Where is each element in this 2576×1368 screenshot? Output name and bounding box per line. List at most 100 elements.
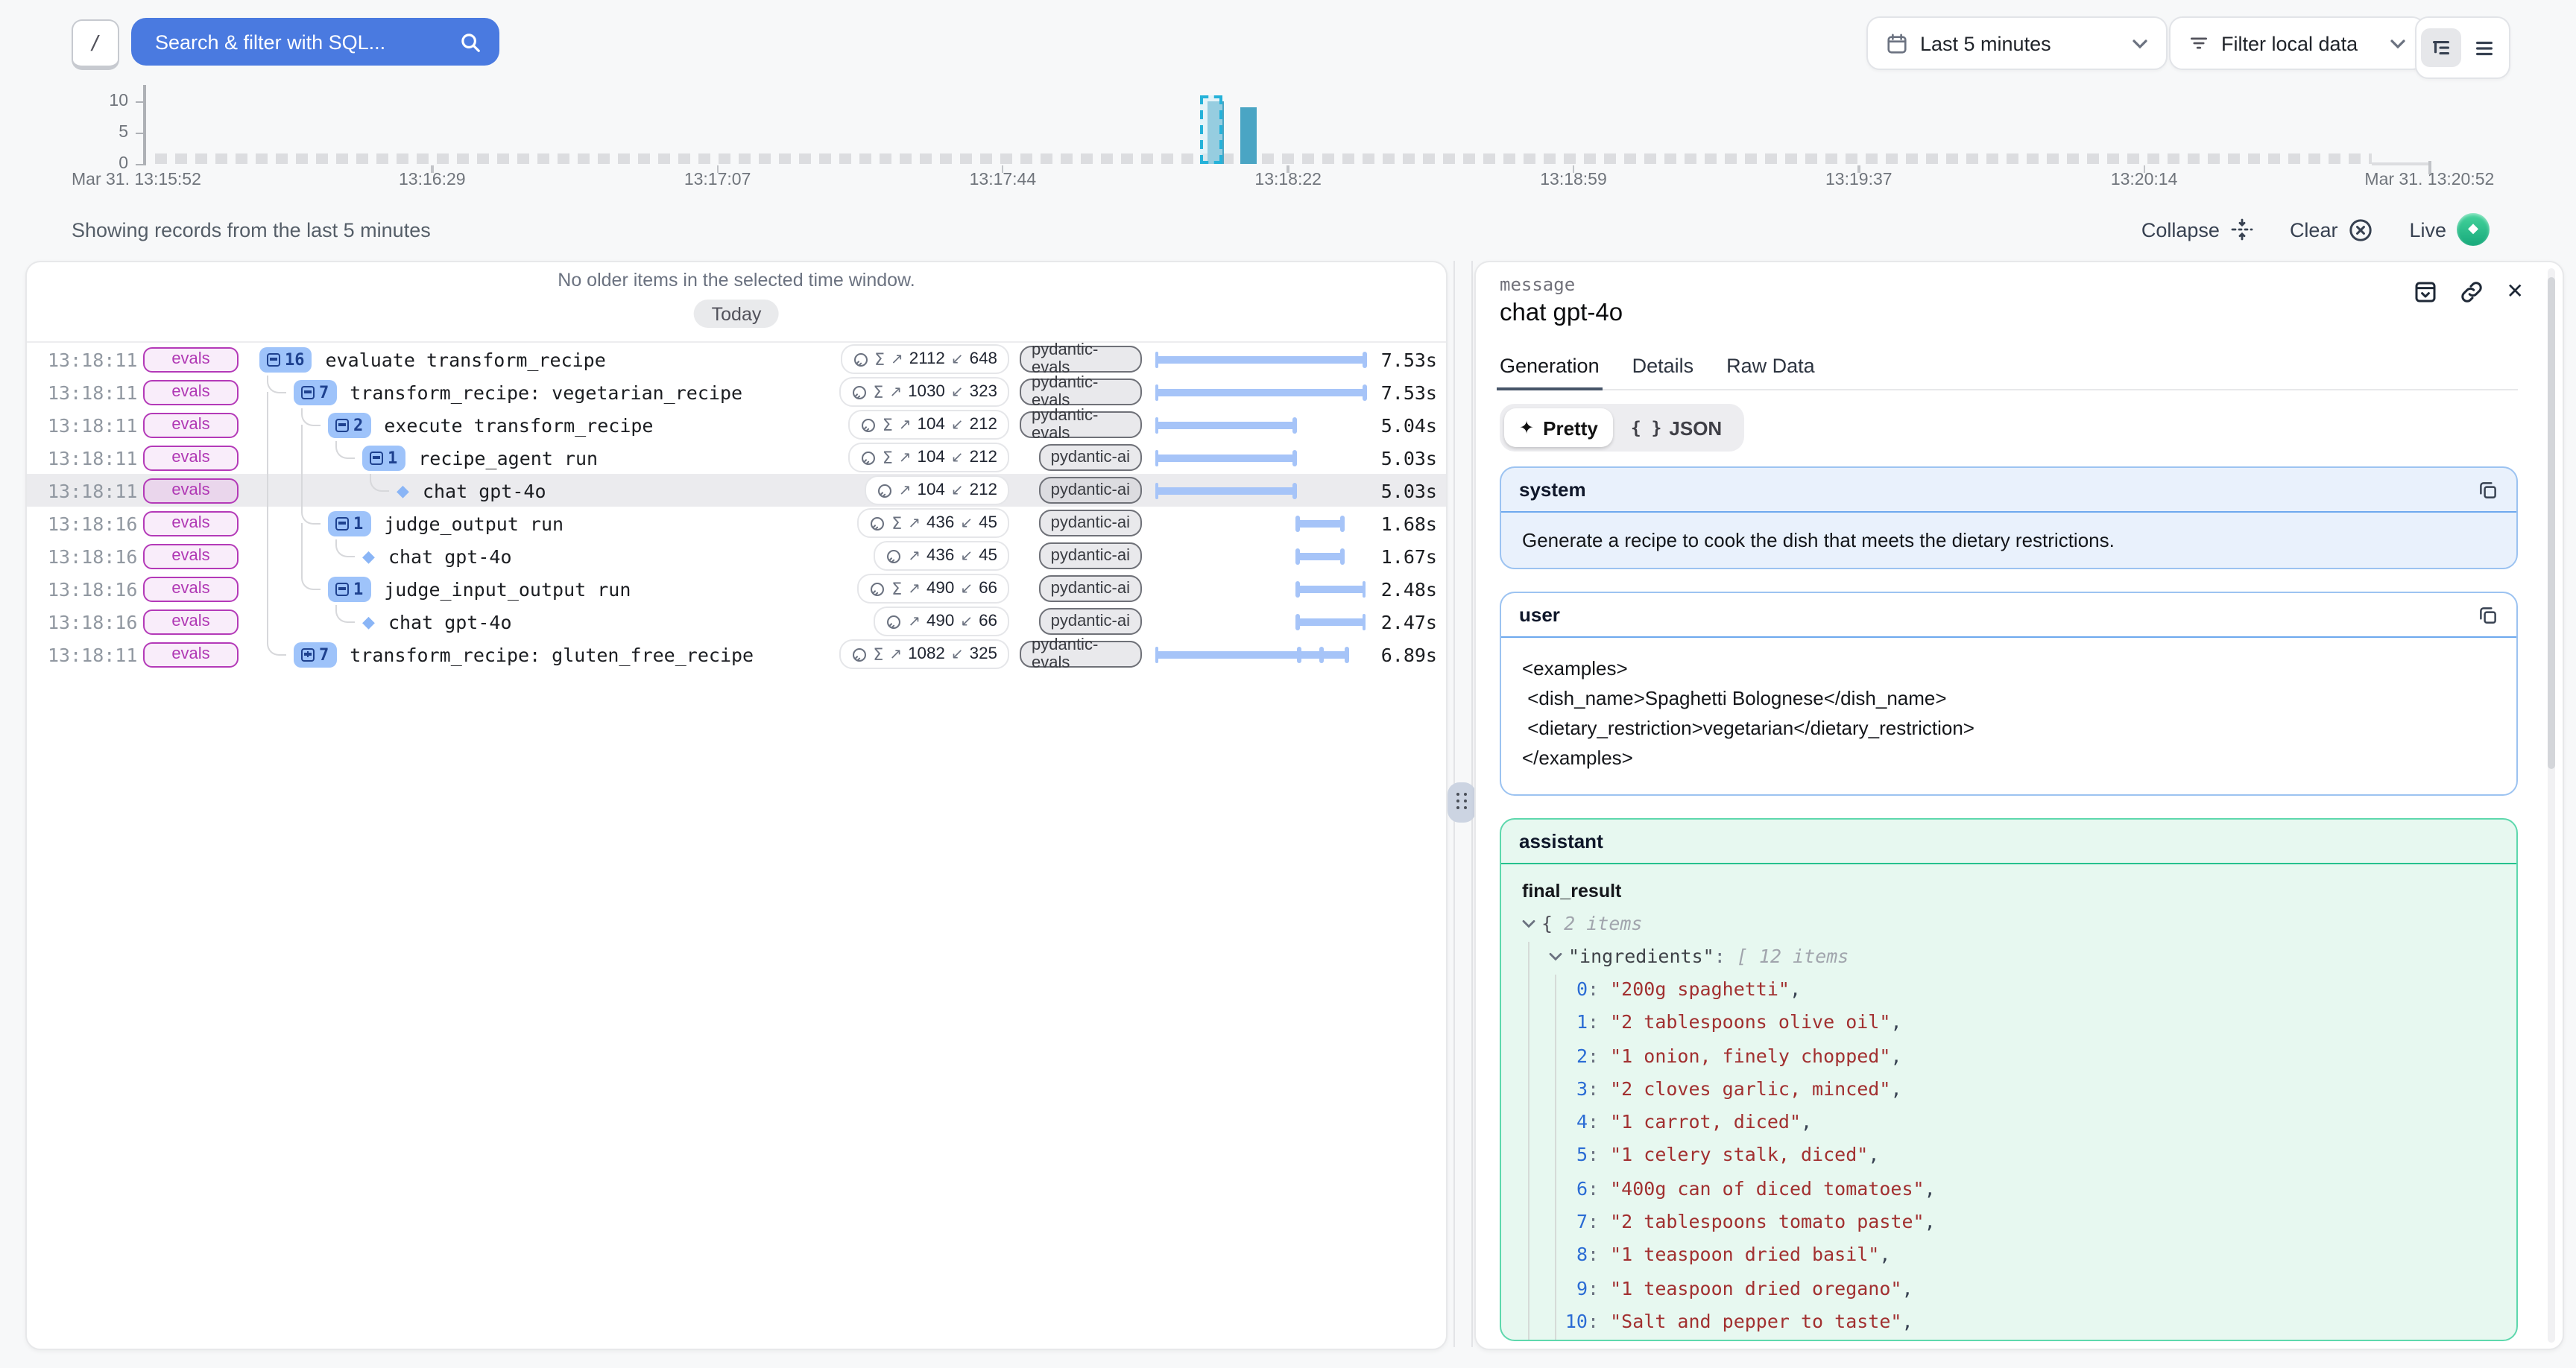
row-timestamp: 13:18:16 xyxy=(48,512,131,534)
trace-row[interactable]: 13:18:16evals◆chat gpt-4o↗490↙66pydantic… xyxy=(27,605,1446,638)
chevron-down-icon xyxy=(2390,38,2406,48)
user-message-body: <examples> <dish_name>Spaghetti Bolognes… xyxy=(1501,638,2516,790)
live-toggle[interactable]: Live ◆ xyxy=(2409,213,2490,246)
json-array-item[interactable]: 1: "2 tablespoons olive oil", xyxy=(1522,1007,2496,1040)
tree-guide-line xyxy=(267,539,268,572)
duration-bar xyxy=(1296,585,1366,592)
sigma-icon: Σ xyxy=(873,382,883,402)
trace-row[interactable]: 13:18:16evals1judge_output runΣ↗436↙45py… xyxy=(27,507,1446,539)
close-icon[interactable]: ✕ xyxy=(2507,280,2524,304)
service-badge[interactable]: evals xyxy=(143,543,239,569)
copy-icon[interactable] xyxy=(2478,479,2498,500)
tag-cell: pydantic-evals xyxy=(1020,411,1142,438)
time-range-value: Last 5 minutes xyxy=(1920,32,2120,54)
json-array-item[interactable]: 6: "400g can of diced tomatoes", xyxy=(1522,1173,2496,1206)
tag-cell: pydantic-ai xyxy=(1020,575,1142,602)
trace-row[interactable]: 13:18:16evals1judge_input_output runΣ↗49… xyxy=(27,572,1446,605)
duration-bar-tick xyxy=(1297,646,1301,662)
expand-toggle-button[interactable]: 7 xyxy=(294,642,336,667)
json-array-item[interactable]: 7: "2 tablespoons tomato paste", xyxy=(1522,1206,2496,1239)
json-array-item[interactable]: 3: "2 cloves garlic, minced", xyxy=(1522,1073,2496,1106)
clear-button[interactable]: Clear xyxy=(2290,217,2374,242)
role-label: user xyxy=(1519,604,1560,626)
service-badge[interactable]: evals xyxy=(143,346,239,372)
splitter-drag-handle[interactable] xyxy=(1448,782,1476,823)
copy-link-icon[interactable] xyxy=(2460,280,2484,304)
duration-value: 1.67s xyxy=(1366,545,1437,567)
tree-view-button[interactable] xyxy=(2421,28,2461,67)
json-guide-line xyxy=(1555,975,1556,1341)
collapse-toggle-button[interactable]: 7 xyxy=(294,379,336,405)
trace-row[interactable]: 13:18:11evals7transform_recipe: gluten_f… xyxy=(27,638,1446,671)
service-badge[interactable]: evals xyxy=(143,642,239,667)
save-view-icon[interactable] xyxy=(2414,280,2438,304)
trace-row[interactable]: 13:18:11evals2execute transform_recipeΣ↗… xyxy=(27,408,1446,441)
json-array-item[interactable]: 0: "200g spaghetti", xyxy=(1522,973,2496,1007)
json-array-item[interactable]: 10: "Salt and pepper to taste", xyxy=(1522,1305,2496,1339)
json-array-item[interactable]: 2: "1 onion, finely chopped", xyxy=(1522,1039,2496,1073)
time-range-select[interactable]: Last 5 minutes xyxy=(1866,16,2168,70)
collapse-toggle-button[interactable]: 1 xyxy=(328,510,370,536)
tab-raw-data[interactable]: Raw Data xyxy=(1726,355,1815,389)
json-toggle-button[interactable]: { } JSON xyxy=(1613,408,1740,447)
service-badge[interactable]: evals xyxy=(143,445,239,470)
trace-row[interactable]: 13:18:11evals7transform_recipe: vegetari… xyxy=(27,376,1446,408)
collapse-button[interactable]: Collapse xyxy=(2141,218,2254,241)
tab-details[interactable]: Details xyxy=(1632,355,1694,389)
system-message-body: Generate a recipe to cook the dish that … xyxy=(1501,513,2516,568)
x-tick-mark xyxy=(1857,165,1860,173)
collapse-icon xyxy=(2230,218,2254,241)
service-badge[interactable]: evals xyxy=(143,576,239,601)
x-axis-label: 13:17:07 xyxy=(684,171,751,189)
json-array-item[interactable]: 8: "1 teaspoon dried basil", xyxy=(1522,1239,2496,1273)
json-root-row[interactable]: { 2 items xyxy=(1522,908,2496,940)
duration-bar xyxy=(1155,421,1296,428)
slash-shortcut-key[interactable]: / xyxy=(72,19,119,70)
collapse-toggle-button[interactable]: 1 xyxy=(328,576,370,601)
json-array-item[interactable]: 4: "1 carrot, diced", xyxy=(1522,1106,2496,1139)
trace-row[interactable]: 13:18:11evals16evaluate transform_recipe… xyxy=(27,343,1446,376)
detail-title: chat gpt-4o xyxy=(1500,300,1623,328)
copy-icon[interactable] xyxy=(2478,604,2498,625)
list-view-button[interactable] xyxy=(2464,28,2504,67)
token-usage-chip: ↗104↙212 xyxy=(865,475,1009,505)
service-badge[interactable]: evals xyxy=(143,609,239,634)
json-array-item[interactable]: 5: "1 celery stalk, diced", xyxy=(1522,1139,2496,1173)
trace-row[interactable]: 13:18:16evals◆chat gpt-4o↗436↙45pydantic… xyxy=(27,539,1446,572)
row-tree-cell: 7transform_recipe: gluten_free_recipe xyxy=(259,638,839,671)
app-root: / Search & filter with SQL... Last 5 min… xyxy=(0,0,2576,1368)
trace-row[interactable]: 13:18:11evals◆chat gpt-4o↗104↙212pydanti… xyxy=(27,474,1446,507)
service-badge[interactable]: evals xyxy=(143,412,239,437)
collapse-toggle-button[interactable]: 16 xyxy=(259,346,312,372)
row-tree-cell: 2execute transform_recipe xyxy=(259,408,848,441)
assistant-message-body: final_result { 2 items "ingredients": [ … xyxy=(1501,864,2516,1341)
detail-scrollbar-thumb[interactable] xyxy=(2548,277,2555,769)
search-input[interactable]: Search & filter with SQL... xyxy=(131,18,499,66)
json-array-item[interactable]: 11: "Parmesan cheese, grated (optional)" xyxy=(1522,1339,2496,1341)
chevron-down-icon xyxy=(1522,919,1535,928)
y-axis-tick-0: 0 xyxy=(89,154,128,172)
token-usage-chip: Σ↗490↙66 xyxy=(857,574,1009,604)
filter-local-data-select[interactable]: Filter local data xyxy=(2169,16,2425,70)
collapse-toggle-button[interactable]: 1 xyxy=(362,445,405,470)
service-badge[interactable]: evals xyxy=(143,379,239,405)
today-pill[interactable]: Today xyxy=(694,300,780,328)
search-placeholder: Search & filter with SQL... xyxy=(155,31,447,53)
tree-guide-line xyxy=(301,425,303,441)
child-count: 2 xyxy=(353,415,363,434)
message-card-user: user <examples> <dish_name>Spaghetti Bol… xyxy=(1500,592,2518,796)
service-badge[interactable]: evals xyxy=(143,510,239,536)
tokens-out-count: 323 xyxy=(970,383,997,401)
json-ingredients-row[interactable]: "ingredients": [ 12 items xyxy=(1522,940,2496,973)
collapse-toggle-button[interactable]: 2 xyxy=(328,412,370,437)
tab-generation[interactable]: Generation xyxy=(1500,355,1600,389)
package-tag: pydantic-ai xyxy=(1039,510,1142,536)
detail-tabs: Generation Details Raw Data xyxy=(1500,355,2518,390)
json-array-item[interactable]: 9: "1 teaspoon dried oregano", xyxy=(1522,1272,2496,1305)
service-badge[interactable]: evals xyxy=(143,478,239,503)
item-index: 0 xyxy=(1564,973,1588,1007)
pretty-toggle-button[interactable]: ✦ Pretty xyxy=(1504,408,1613,447)
token-coin-icon xyxy=(860,449,877,466)
search-icon xyxy=(459,31,482,53)
trace-row[interactable]: 13:18:11evals1recipe_agent runΣ↗104↙212p… xyxy=(27,441,1446,474)
